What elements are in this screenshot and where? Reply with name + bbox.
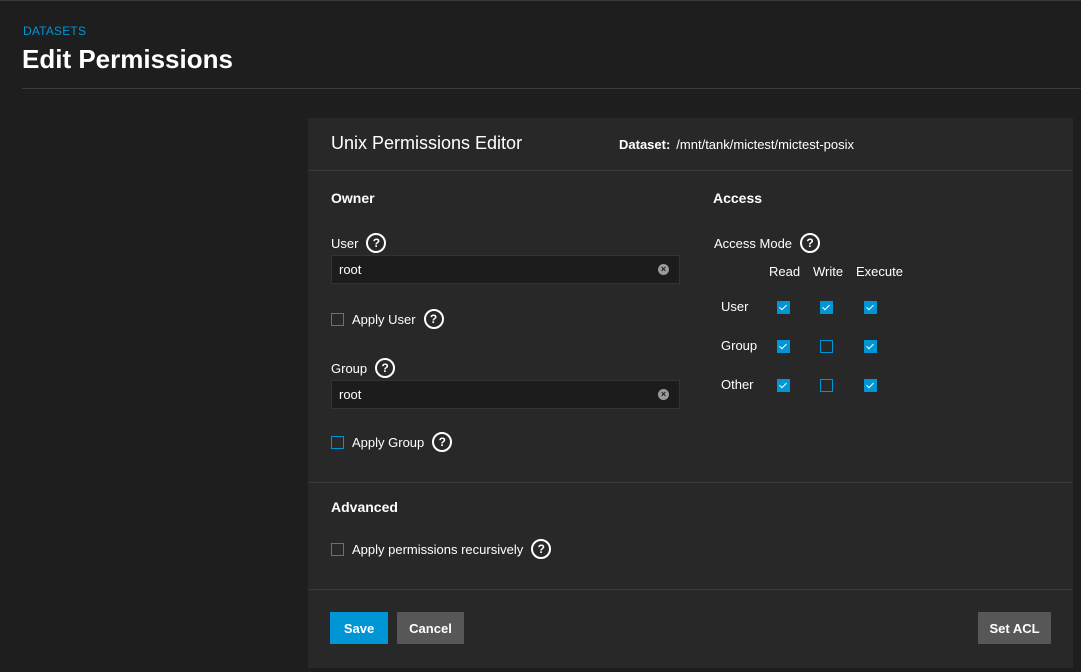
row-group: Group [721, 338, 758, 353]
group-label: Group [331, 360, 368, 376]
group-read-checkbox[interactable] [777, 340, 790, 353]
recursive-checkbox[interactable] [331, 542, 344, 556]
advanced-section-title: Advanced [331, 499, 398, 515]
help-icon[interactable]: ? [432, 432, 453, 452]
access-section-title: Access [713, 190, 763, 206]
row-user: User [721, 299, 749, 314]
breadcrumb[interactable]: DATASETS [23, 24, 86, 38]
group-execute-checkbox[interactable] [864, 340, 877, 353]
apply-user-row: Apply User ? [331, 309, 444, 329]
group-input[interactable]: root × [331, 380, 680, 409]
user-write-checkbox[interactable] [820, 301, 833, 314]
access-mode-row: Access Mode ? [714, 233, 821, 253]
group-label-row: Group ? [331, 358, 396, 378]
dataset-info: Dataset: /mnt/tank/mictest/mictest-posix [619, 137, 854, 152]
footer-divider [308, 589, 1073, 590]
top-border [0, 0, 1081, 1]
apply-group-row: Apply Group ? [331, 432, 453, 452]
editor-title: Unix Permissions Editor [331, 133, 523, 153]
help-icon[interactable]: ? [800, 233, 821, 253]
access-mode-label: Access Mode [714, 235, 793, 251]
page-title: Edit Permissions [22, 44, 233, 74]
dataset-path: /mnt/tank/mictest/mictest-posix [676, 137, 855, 152]
user-input[interactable]: root × [331, 255, 680, 284]
column-execute: Execute [856, 264, 903, 279]
recursive-row: Apply permissions recursively ? [331, 539, 552, 559]
help-icon[interactable]: ? [375, 358, 396, 378]
apply-user-label[interactable]: Apply User [352, 312, 416, 327]
other-read-checkbox[interactable] [777, 379, 790, 392]
column-read: Read [769, 264, 801, 279]
set-acl-button[interactable]: Set ACL [978, 612, 1051, 644]
apply-group-checkbox[interactable] [331, 435, 344, 449]
user-label: User [331, 235, 359, 251]
column-write: Write [813, 264, 844, 279]
recursive-label[interactable]: Apply permissions recursively [352, 542, 523, 557]
other-execute-checkbox[interactable] [864, 379, 877, 392]
apply-group-label[interactable]: Apply Group [352, 435, 424, 450]
user-read-checkbox[interactable] [777, 301, 790, 314]
cancel-button[interactable]: Cancel [397, 612, 464, 644]
help-icon[interactable]: ? [531, 539, 552, 559]
user-label-row: User ? [331, 233, 387, 253]
user-execute-checkbox[interactable] [864, 301, 877, 314]
other-write-checkbox[interactable] [820, 379, 833, 392]
card-header: Unix Permissions Editor Dataset: /mnt/tan… [308, 118, 1073, 171]
row-other: Other [721, 377, 754, 392]
title-divider [22, 88, 1081, 89]
group-write-checkbox[interactable] [820, 340, 833, 353]
owner-section-title: Owner [331, 190, 375, 206]
clear-icon[interactable]: × [658, 389, 669, 400]
permissions-editor-card: Unix Permissions Editor Dataset: /mnt/tan… [308, 118, 1073, 668]
save-button[interactable]: Save [330, 612, 388, 644]
apply-user-checkbox[interactable] [331, 312, 344, 326]
clear-icon[interactable]: × [658, 264, 669, 275]
help-icon[interactable]: ? [423, 309, 444, 329]
section-divider [308, 482, 1073, 483]
dataset-label: Dataset: [619, 137, 671, 152]
help-icon[interactable]: ? [366, 233, 387, 253]
user-input-value: root [339, 262, 362, 277]
group-input-value: root [339, 387, 362, 402]
